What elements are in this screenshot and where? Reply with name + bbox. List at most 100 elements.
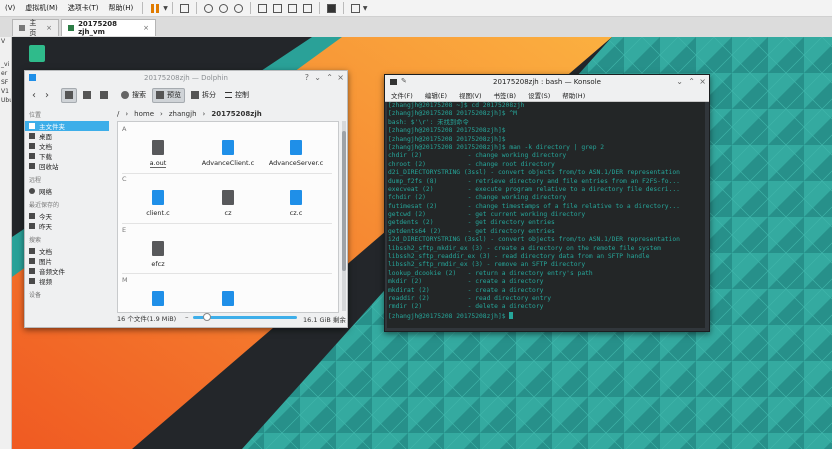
sidebar-toggle-icon[interactable] (257, 3, 267, 13)
library-fragment: V (1, 38, 6, 45)
places-item-search-documents[interactable]: 文档 (25, 246, 109, 256)
dropdown-arrow-icon[interactable]: ▼ (163, 5, 168, 12)
breadcrumb-current[interactable]: 20175208zjh (211, 110, 261, 118)
terminal-line: getdents64 (2) - get directory entries (388, 227, 555, 235)
places-item-downloads[interactable]: 下载 (25, 151, 109, 161)
close-icon[interactable]: × (46, 24, 52, 32)
maximize-icon[interactable]: ⌃ (688, 77, 695, 86)
documents-icon (29, 248, 35, 254)
vm-menubar: (V) 虚拟机(M) 选项卡(T) 帮助(H) ▼ ▼ (0, 0, 832, 17)
file-item-cz[interactable]: cz (193, 190, 263, 217)
konsole-titlebar[interactable]: ✎ 20175208zjh : bash — Konsole ⌄ ⌃ × (385, 75, 709, 89)
scrollbar-thumb[interactable] (342, 131, 346, 271)
vm-menu-tabs[interactable]: 选项卡(T) (63, 3, 104, 13)
library-fragment[interactable]: SF (0, 78, 11, 87)
vm-menu-help[interactable]: 帮助(H) (104, 3, 139, 13)
places-item-documents[interactable]: 文档 (25, 141, 109, 151)
fullscreen-icon[interactable] (287, 3, 297, 13)
menu-bookmarks[interactable]: 书签(B) (488, 90, 523, 100)
file-item[interactable] (123, 291, 193, 310)
dropdown-arrow-icon[interactable]: ▼ (363, 5, 368, 12)
compact-view-button[interactable] (80, 88, 94, 103)
details-view-button[interactable] (97, 88, 111, 103)
list-icon (100, 91, 108, 99)
menu-file[interactable]: 文件(F) (385, 90, 419, 100)
menu-help[interactable]: 帮助(H) (556, 90, 591, 100)
breadcrumb-user[interactable]: zhangjh (169, 110, 197, 118)
places-item-label: 回收站 (39, 163, 59, 171)
file-item-client[interactable]: client.c (123, 190, 193, 217)
close-icon[interactable]: × (699, 77, 706, 86)
vm-menu-vm[interactable]: 虚拟机(M) (20, 3, 63, 13)
icons-view-button[interactable] (61, 87, 77, 103)
tab-home[interactable]: 主页 × (12, 19, 59, 37)
file-view[interactable]: A a.out AdvanceClient.c AdvanceServer.c … (117, 121, 339, 313)
places-item-network[interactable]: 网络 (25, 186, 109, 196)
maximize-icon[interactable]: ⌃ (326, 73, 333, 82)
library-fragment[interactable]: V1 (0, 87, 11, 96)
preview-button[interactable]: 预览 (152, 87, 185, 103)
minimize-icon[interactable]: ⌄ (676, 77, 683, 86)
places-item-images[interactable]: 图片 (25, 256, 109, 266)
search-button[interactable]: 搜索 (118, 88, 149, 103)
places-item-desktop[interactable]: 桌面 (25, 131, 109, 141)
toolbar-separator (249, 2, 251, 14)
dolphin-app-icon (29, 74, 36, 81)
file-item[interactable] (193, 291, 263, 310)
places-item-today[interactable]: 今天 (25, 211, 109, 221)
unity-icon[interactable] (302, 3, 312, 13)
file-view-scrollbar[interactable] (342, 121, 346, 311)
network-icon (29, 188, 35, 194)
terminal-prompt: [zhangjh@20175208 20175208zjh]$ (388, 312, 510, 320)
menu-edit[interactable]: 编辑(E) (419, 90, 453, 100)
desktop-home-folder-icon[interactable] (29, 45, 45, 62)
menu-view[interactable]: 视图(V) (453, 90, 488, 100)
snapshot-icon[interactable] (203, 3, 213, 13)
send-keys-icon[interactable] (179, 3, 189, 13)
pin-icon[interactable]: ✎ (401, 77, 407, 85)
breadcrumb-home[interactable]: home (134, 110, 154, 118)
minimize-icon[interactable]: ⌄ (314, 73, 321, 82)
breadcrumb-root[interactable]: / (117, 110, 119, 118)
file-item-cz-c[interactable]: cz.c (261, 190, 331, 217)
menu-icon (225, 92, 232, 98)
file-item-advanceclient[interactable]: AdvanceClient.c (193, 140, 263, 167)
zoom-out-icon[interactable]: – (185, 313, 189, 321)
library-fragment[interactable]: er (0, 69, 11, 78)
terminal-output[interactable]: [zhangjh@20175208 ~]$ cd 20175208zjh [zh… (387, 102, 705, 328)
executable-file-icon (152, 140, 164, 155)
stretch-icon[interactable] (350, 3, 360, 13)
back-button[interactable]: ‹ (29, 88, 39, 103)
places-item-trash[interactable]: 回收站 (25, 161, 109, 171)
manage-snapshots-icon[interactable] (233, 3, 243, 13)
terminal-prompt-line[interactable]: [zhangjh@20175208 20175208zjh]$ (388, 311, 705, 320)
close-icon[interactable]: × (337, 73, 344, 82)
vm-menu-view[interactable]: (V) (0, 4, 20, 12)
file-item-efcz[interactable]: efcz (123, 241, 193, 268)
control-button[interactable]: 控制 (222, 88, 252, 103)
chevron-left-icon: ‹ (32, 89, 36, 101)
tab-vm[interactable]: 20175208 zjh_vm × (61, 19, 156, 36)
terminal-line: chroot (2) - change root directory (388, 160, 555, 168)
c-source-file-icon (222, 291, 234, 306)
places-item-home[interactable]: 主文件夹 (25, 121, 109, 131)
forward-button[interactable]: › (42, 88, 52, 103)
split-button[interactable]: 拆分 (188, 88, 219, 103)
thumbnail-bar-icon[interactable] (272, 3, 282, 13)
file-item-advanceserver[interactable]: AdvanceServer.c (261, 140, 331, 167)
restore-snapshot-icon[interactable] (218, 3, 228, 13)
pause-icon[interactable] (151, 3, 160, 13)
menu-settings[interactable]: 设置(S) (522, 90, 556, 100)
places-item-audio[interactable]: 音频文件 (25, 266, 109, 276)
library-fragment[interactable]: _vi (0, 60, 11, 69)
tab-home-label: 主页 (29, 19, 37, 37)
dolphin-titlebar[interactable]: 20175208zjh — Dolphin ? ⌄ ⌃ × (25, 71, 347, 84)
library-fragment[interactable]: Ubu (0, 96, 11, 105)
help-icon[interactable]: ? (305, 73, 309, 82)
console-icon[interactable] (326, 3, 336, 13)
places-item-yesterday[interactable]: 昨天 (25, 221, 109, 231)
places-item-video[interactable]: 视频 (25, 276, 109, 286)
zoom-slider-handle[interactable] (203, 313, 211, 321)
file-item-a-out[interactable]: a.out (123, 140, 193, 168)
close-icon[interactable]: × (143, 24, 149, 32)
